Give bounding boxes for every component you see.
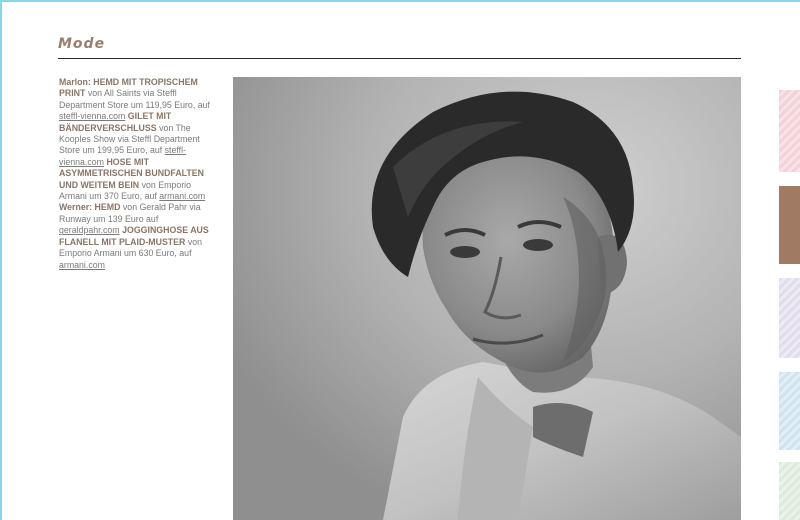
fashion-credits: Marlon: HEMD MIT TROPISCHEM PRINT von Al… (59, 77, 219, 271)
color-swatch-green (779, 462, 800, 520)
item-title: HEMD (94, 202, 121, 213)
shop-link[interactable]: armani.com (159, 191, 205, 201)
model-name: Werner: (59, 202, 93, 213)
section-divider (58, 58, 741, 59)
color-swatch-pink (779, 90, 800, 172)
portrait-illustration (233, 77, 741, 520)
shop-link[interactable]: steffl-vienna.com (59, 111, 125, 121)
page-frame-left (0, 0, 2, 520)
model-name: Marlon: (59, 77, 91, 87)
color-swatch-lavender (779, 278, 800, 358)
section-title: Mode (58, 36, 106, 52)
portrait-photo (233, 77, 741, 520)
color-swatch-blue (779, 372, 800, 450)
color-swatch-brown (779, 186, 800, 264)
shop-link[interactable]: geraldpahr.com (59, 225, 120, 235)
page-frame-top (0, 0, 800, 2)
shop-link[interactable]: armani.com (59, 260, 105, 270)
